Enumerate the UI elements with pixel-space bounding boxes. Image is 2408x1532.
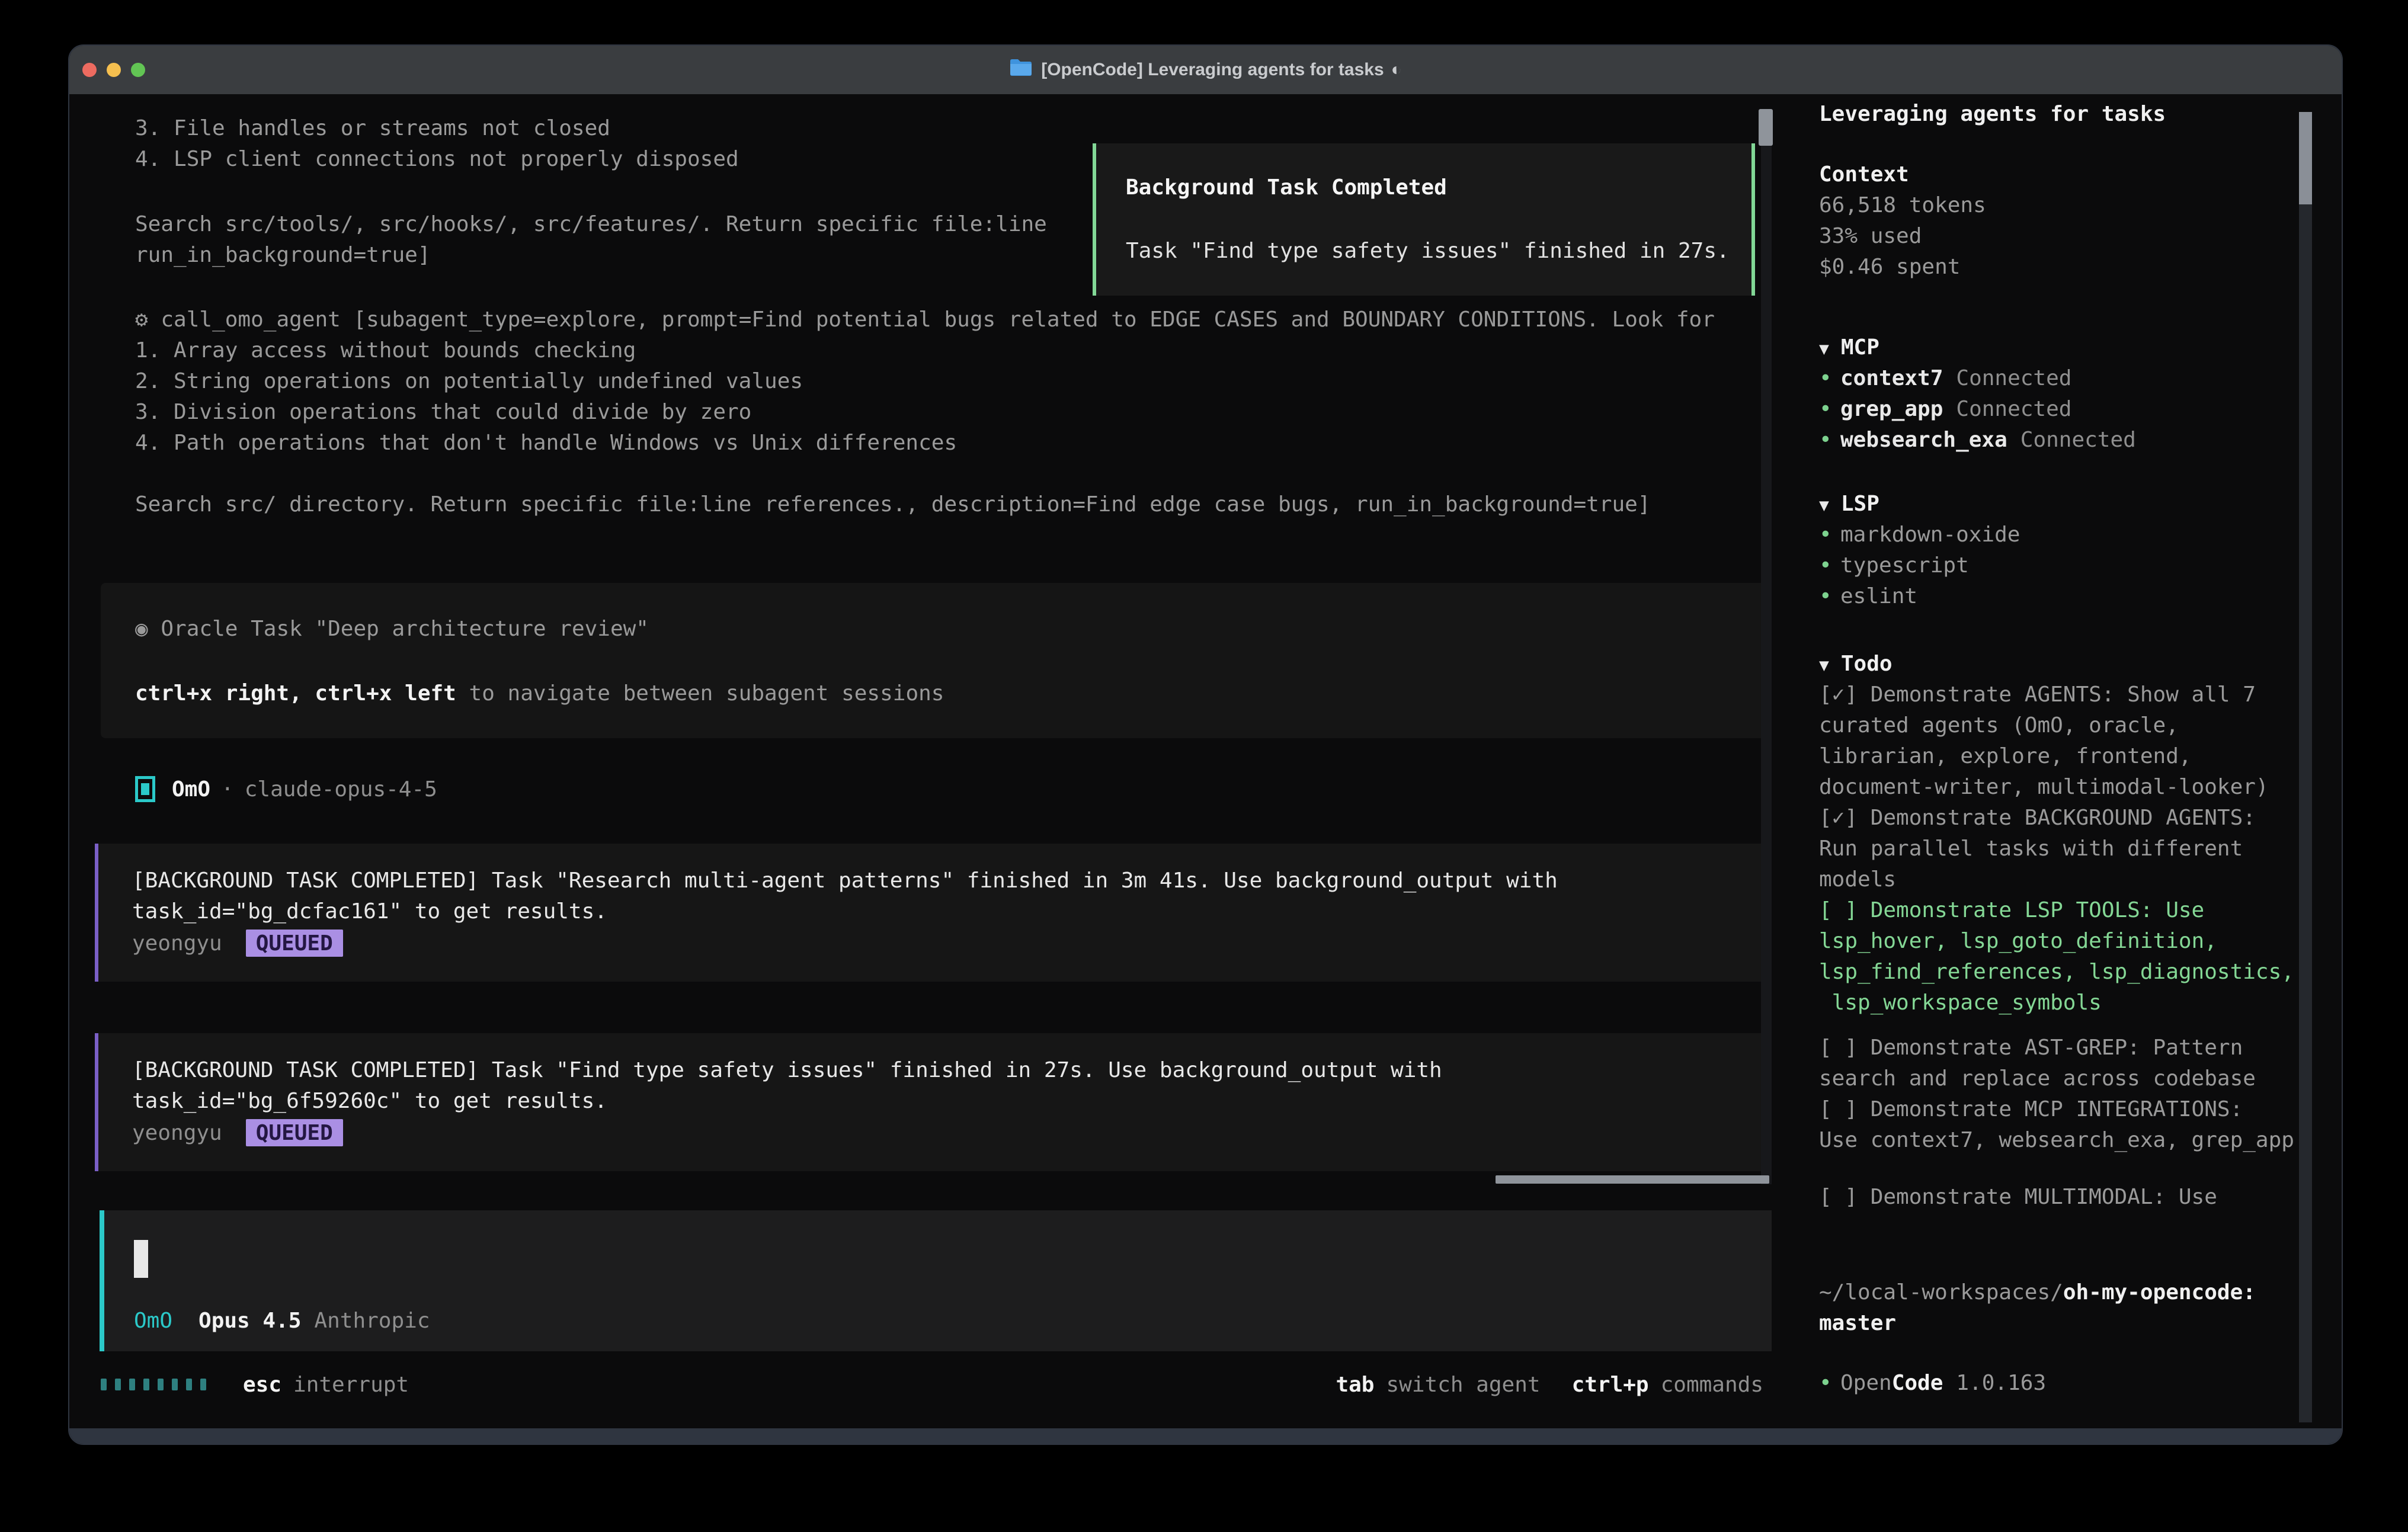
main-horizontal-scrollbar-thumb[interactable] (1496, 1175, 1769, 1184)
status-badge: QUEUED (246, 930, 343, 957)
message-text-block: 3. File handles or streams not closed4. … (135, 113, 739, 175)
window-bottom-edge (69, 1428, 2342, 1444)
bullet-dot-icon: • (1819, 581, 1840, 612)
toast-body: Task "Find type safety issues" finished … (1126, 236, 1751, 267)
chevron-down-icon: ▼ (1819, 495, 1829, 515)
todo-active-item: [ ] Demonstrate LSP TOOLS: Uselsp_hover,… (1819, 895, 2294, 1018)
text-cursor (134, 1240, 148, 1278)
lsp-item: •markdown-oxide (1819, 520, 2020, 550)
todo-pending-items: [ ] Demonstrate AST-GREP: Patternsearch … (1819, 1033, 2294, 1156)
bullet-dot-icon: • (1819, 550, 1840, 581)
agent-header: OmO · claude-opus-4-5 (135, 774, 437, 805)
mcp-section: ▼MCP •context7Connected •grep_appConnect… (1819, 332, 2136, 456)
sidebar-scrollbar-thumb[interactable] (2299, 112, 2312, 204)
screen: [OpenCode] Leveraging agents for tasks ◐… (0, 0, 2408, 1532)
workspace-repo: oh-my-opencode: (2063, 1280, 2256, 1305)
spinner-dots (101, 1379, 206, 1390)
version-number: 1.0.163 (1956, 1371, 2046, 1395)
separator-dot: · (221, 777, 234, 802)
esc-key-hint: esc (243, 1373, 281, 1397)
mcp-item: •websearch_exaConnected (1819, 425, 2136, 456)
input-agent-name[interactable]: OmO (134, 1309, 172, 1333)
bullet-dot-icon: • (1819, 1371, 1840, 1395)
context-heading: Context (1819, 159, 1986, 190)
lsp-item: •eslint (1819, 581, 2020, 612)
window-title: [OpenCode] Leveraging agents for tasks (1041, 60, 1384, 80)
tab-key-label: switch agent (1386, 1373, 1540, 1397)
tool-call-block: ⚙ call_omo_agent [subagent_type=explore,… (135, 305, 1715, 520)
toast-title: Background Task Completed (1126, 172, 1751, 203)
task-completed-card: [BACKGROUND TASK COMPLETED] Task "Find t… (95, 1033, 1772, 1171)
checkbox-icon (135, 776, 155, 802)
main-scrollbar-track[interactable] (1761, 109, 1772, 1184)
tab-key-hint: tab (1336, 1373, 1374, 1397)
task-line: [BACKGROUND TASK COMPLETED] Task "Resear… (132, 866, 1772, 896)
task-completed-card: [BACKGROUND TASK COMPLETED] Task "Resear… (95, 844, 1772, 982)
todo-pending-items: [ ] Demonstrate MULTIMODAL: Use (1819, 1182, 2294, 1213)
session-title: Leveraging agents for tasks (1819, 99, 2166, 130)
background-task-toast: Background Task Completed Task "Find typ… (1093, 143, 1755, 296)
status-bar: esc interrupt tab switch agent ctrl+p co… (101, 1369, 1763, 1400)
folder-icon (1009, 58, 1033, 82)
ctrlp-key-hint: ctrl+p (1572, 1373, 1649, 1397)
workspace-dir: ~/local-workspaces/ (1819, 1280, 2063, 1305)
agent-model: claude-opus-4-5 (245, 777, 437, 802)
shortcut-keys: ctrl+x right, ctrl+x left (135, 681, 456, 706)
main-scrollbar-thumb[interactable] (1759, 109, 1773, 146)
workspace-path: ~/local-workspaces/oh-my-opencode: maste… (1819, 1277, 2256, 1339)
input-meta-row: OmO Opus 4.5 Anthropic (134, 1305, 430, 1336)
input-provider-name: Anthropic (314, 1309, 430, 1333)
message-text-block: Search src/tools/, src/hooks/, src/featu… (135, 209, 1047, 271)
oracle-task-title: Oracle Task "Deep architecture review" (161, 617, 649, 641)
shortcut-hint: to navigate between subagent sessions (456, 681, 944, 706)
gear-icon: ⚙ (135, 307, 148, 332)
lsp-heading[interactable]: ▼LSP (1819, 489, 2020, 520)
task-user: yeongyu (132, 931, 222, 956)
bullet-dot-icon: • (1819, 520, 1840, 550)
version-row: •OpenCode1.0.163 (1819, 1367, 2046, 1398)
bullet-dot-icon: • (1819, 394, 1840, 425)
context-stats: 66,518 tokens33% used$0.46 spent (1819, 190, 1986, 283)
lsp-section: ▼LSP •markdown-oxide •typescript •eslint (1819, 489, 2020, 612)
lsp-item: •typescript (1819, 550, 2020, 581)
input-model-name[interactable]: Opus 4.5 (198, 1309, 301, 1333)
agent-name: OmO (172, 777, 210, 802)
traffic-lights (82, 46, 145, 94)
tool-call-text: call_omo_agent [subagent_type=explore, p… (161, 307, 1715, 332)
close-button[interactable] (82, 63, 97, 77)
context-section: Context 66,518 tokens33% used$0.46 spent (1819, 159, 1986, 283)
task-user: yeongyu (132, 1121, 222, 1145)
sidebar: Leveraging agents for tasks Context 66,5… (1819, 94, 2299, 1428)
chevron-down-icon: ▼ (1819, 339, 1829, 358)
bullet-dot-icon: • (1819, 363, 1840, 394)
ctrlp-key-label: commands (1661, 1373, 1763, 1397)
task-line: task_id="bg_6f59260c" to get results. (132, 1086, 1772, 1117)
oracle-task-card[interactable]: ◉ Oracle Task "Deep architecture review"… (101, 583, 1772, 738)
status-badge: QUEUED (246, 1119, 343, 1146)
terminal-content: 3. File handles or streams not closed4. … (69, 94, 2342, 1428)
chevron-down-icon: ▼ (1819, 655, 1829, 675)
todo-heading[interactable]: ▼Todo (1819, 649, 2294, 680)
titlebar: [OpenCode] Leveraging agents for tasks ◐ (69, 46, 2342, 94)
todo-section: ▼Todo [✓] Demonstrate AGENTS: Show all 7… (1819, 649, 2294, 1213)
mcp-item: •context7Connected (1819, 363, 2136, 394)
bullet-dot-icon: • (1819, 425, 1840, 456)
chat-main-column: 3. File handles or streams not closed4. … (83, 94, 1772, 1428)
prompt-input[interactable]: OmO Opus 4.5 Anthropic (100, 1210, 1772, 1351)
task-line: [BACKGROUND TASK COMPLETED] Task "Find t… (132, 1055, 1772, 1086)
tool-call-lines: 1. Array access without bounds checking2… (135, 335, 1715, 520)
record-icon: ◉ (135, 617, 148, 641)
sidebar-scrollbar-track[interactable] (2299, 112, 2312, 1422)
workspace-branch: master (1819, 1308, 2256, 1339)
task-line: task_id="bg_dcfac161" to get results. (132, 896, 1772, 927)
loading-half-circle-icon: ◐ (1391, 60, 1402, 80)
todo-done-items: [✓] Demonstrate AGENTS: Show all 7curate… (1819, 680, 2294, 895)
zoom-button[interactable] (131, 63, 145, 77)
opencode-window: [OpenCode] Leveraging agents for tasks ◐… (68, 44, 2343, 1445)
esc-key-label: interrupt (293, 1373, 409, 1397)
minimize-button[interactable] (107, 63, 121, 77)
mcp-item: •grep_appConnected (1819, 394, 2136, 425)
mcp-heading[interactable]: ▼MCP (1819, 332, 2136, 363)
